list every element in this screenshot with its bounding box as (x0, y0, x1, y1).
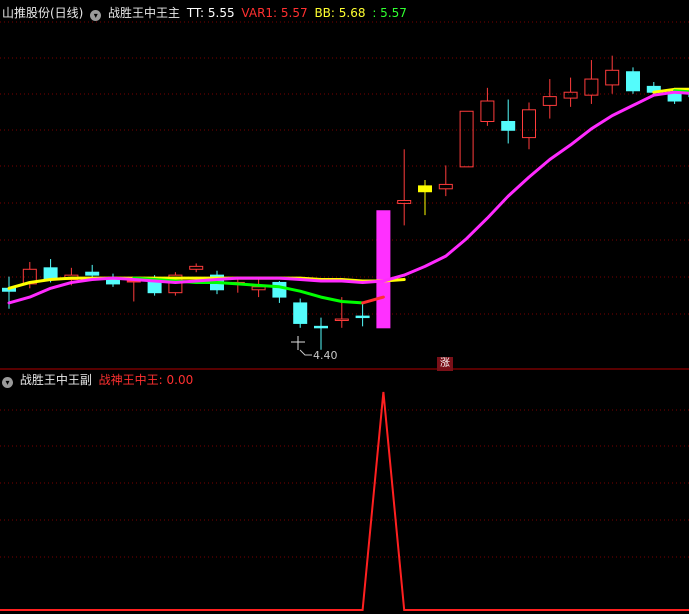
candle-body (459, 110, 474, 168)
candle-body (85, 271, 100, 276)
tt-value: TT: 5.55 (186, 6, 235, 20)
chart-canvas (0, 21, 689, 611)
candle-body (251, 286, 266, 291)
ma-line (7, 90, 689, 305)
main-indicator-name: 战胜王中王主 (108, 6, 181, 20)
arrow-leader (299, 349, 312, 356)
candle-body (480, 100, 495, 122)
grid-lines (0, 21, 689, 558)
collapse-icon[interactable]: ▾ (2, 377, 13, 388)
extra-value: : 5.57 (372, 6, 407, 20)
rise-signal-badge: 涨 (437, 357, 453, 371)
low-marker-cross (291, 336, 312, 356)
sub-signal-line (0, 391, 689, 611)
candle-body (376, 210, 391, 329)
candle-body (189, 265, 204, 270)
low-price-label: 4.40 (313, 349, 338, 362)
candle-body (355, 315, 370, 319)
sub-header: ▾ 战胜王中王副 战神王中王: 0.00 (2, 373, 196, 388)
candle-body (501, 120, 516, 131)
bb-value: BB: 5.68 (314, 6, 366, 20)
main-header: 山推股份(日线) ▾ 战胜王中王主 TT: 5.55 VAR1: 5.57 BB… (2, 6, 410, 21)
var1-value: VAR1: 5.57 (241, 6, 308, 20)
candle-body (397, 200, 412, 204)
sub-indicator-name: 战胜王中王副 (19, 373, 92, 387)
candle-body (563, 91, 578, 99)
candle-body (272, 281, 287, 298)
sub-indicator-value: 战神王中王: 0.00 (98, 373, 194, 387)
candle-body (667, 93, 682, 102)
candle-body (418, 185, 432, 193)
candle-body (438, 183, 453, 190)
candlesticks (2, 55, 689, 350)
candle-body (293, 302, 308, 324)
candle-body (334, 318, 349, 321)
sub-indicator (0, 391, 689, 611)
candle-body (314, 325, 328, 329)
candle-body (542, 96, 557, 106)
candle-body (605, 69, 620, 86)
stock-name: 山推股份(日线) (2, 6, 84, 20)
candle-body (626, 71, 640, 92)
collapse-icon[interactable]: ▾ (90, 10, 102, 21)
candle-body (522, 109, 536, 139)
candle-body (584, 78, 599, 96)
indicator-lines (7, 87, 689, 305)
